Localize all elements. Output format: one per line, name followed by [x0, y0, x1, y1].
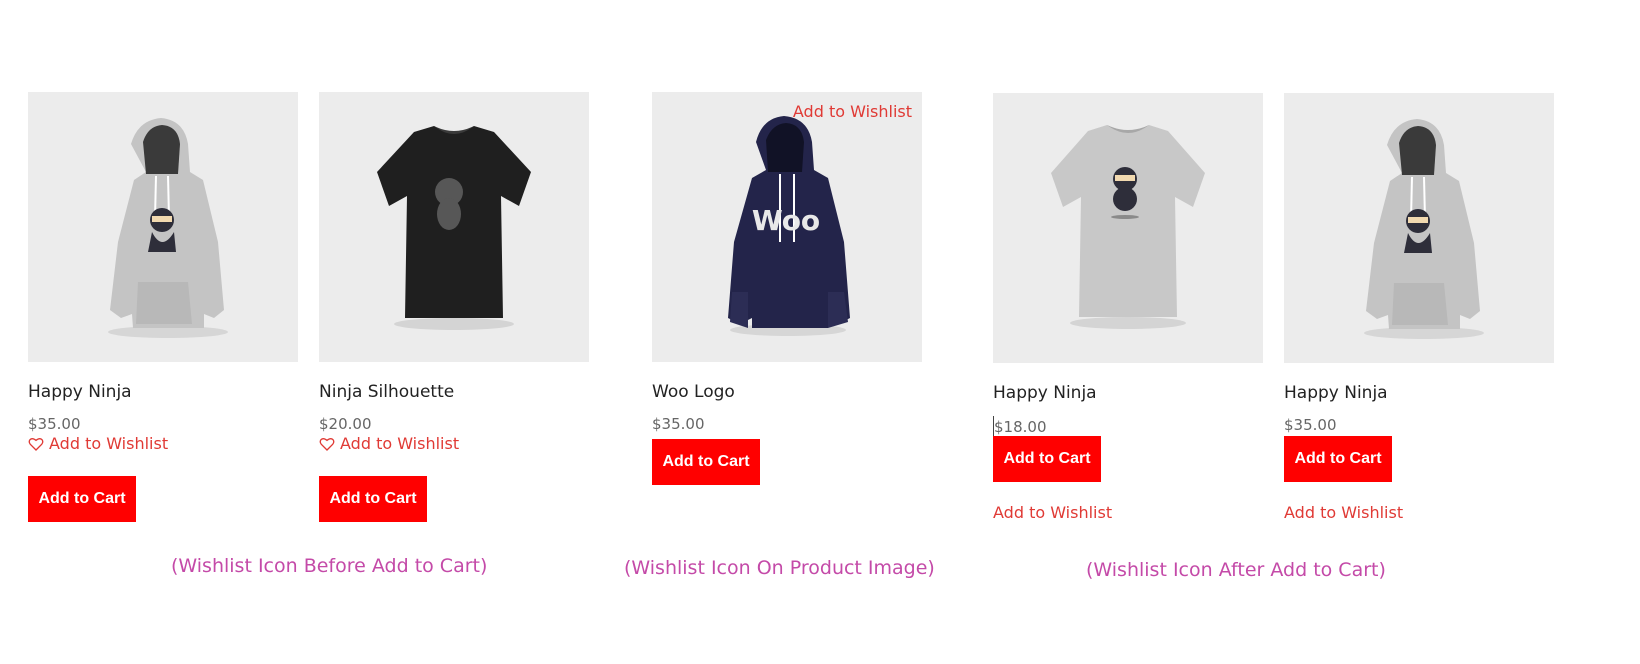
product-price: $35.00: [28, 415, 81, 433]
product-image[interactable]: Woo Add to Wishlist: [652, 92, 922, 362]
caption-wishlist-before-cart: (Wishlist Icon Before Add to Cart): [171, 555, 488, 577]
product-image[interactable]: [1284, 93, 1554, 363]
product-card: Happy Ninja $18.00 Add to Cart Add to Wi…: [993, 93, 1263, 522]
product-card: Happy Ninja $35.00 Add to Cart Add to Wi…: [1284, 93, 1554, 522]
add-to-wishlist-link[interactable]: Add to Wishlist: [319, 434, 459, 453]
add-to-wishlist-overlay-link[interactable]: Add to Wishlist: [793, 102, 912, 121]
product-card: Ninja Silhouette $20.00 Add to Wishlist …: [319, 92, 589, 522]
add-to-cart-button[interactable]: Add to Cart: [319, 476, 427, 522]
wishlist-label: Add to Wishlist: [993, 503, 1113, 522]
product-image[interactable]: [28, 92, 298, 362]
product-price: $35.00: [1284, 416, 1337, 434]
product-image[interactable]: [993, 93, 1263, 363]
add-to-wishlist-link[interactable]: Add to Wishlist: [993, 503, 1112, 522]
product-card: Happy Ninja $35.00 Add to Wishlist Add t…: [28, 92, 298, 522]
product-title[interactable]: Ninja Silhouette: [319, 382, 454, 402]
product-image[interactable]: [319, 92, 589, 362]
wishlist-label: Add to Wishlist: [1284, 503, 1404, 522]
add-to-cart-button[interactable]: Add to Cart: [1284, 436, 1392, 482]
heart-icon: [319, 437, 335, 451]
add-to-cart-button[interactable]: Add to Cart: [652, 439, 760, 485]
woo-logo-text: Woo: [752, 204, 820, 237]
gray-hoodie-ninja-image: [1364, 119, 1484, 339]
product-title[interactable]: Happy Ninja: [1284, 383, 1388, 403]
product-price: $18.00: [993, 416, 1047, 436]
product-title[interactable]: Woo Logo: [652, 382, 735, 402]
price-value: $18.00: [994, 418, 1047, 436]
add-to-cart-button[interactable]: Add to Cart: [993, 436, 1101, 482]
caption-wishlist-on-image: (Wishlist Icon On Product Image): [624, 557, 935, 579]
add-to-wishlist-link[interactable]: Add to Wishlist: [28, 434, 168, 453]
product-price: $35.00: [652, 415, 705, 433]
gray-tshirt-ninja-image: [1051, 125, 1205, 329]
gray-hoodie-ninja-image: [108, 118, 228, 338]
navy-hoodie-woo-image: Woo: [728, 116, 850, 336]
product-price: $20.00: [319, 415, 372, 433]
wishlist-label: Add to Wishlist: [49, 434, 169, 453]
black-tshirt-image: [377, 126, 531, 330]
wishlist-label: Add to Wishlist: [340, 434, 460, 453]
add-to-cart-button[interactable]: Add to Cart: [28, 476, 136, 522]
add-to-wishlist-link[interactable]: Add to Wishlist: [1284, 503, 1403, 522]
product-grid: Happy Ninja $35.00 Add to Wishlist Add t…: [0, 0, 1640, 664]
heart-icon: [28, 437, 44, 451]
caption-wishlist-after-cart: (Wishlist Icon After Add to Cart): [1086, 559, 1386, 581]
product-title[interactable]: Happy Ninja: [993, 383, 1097, 403]
product-card: Woo Add to Wishlist Woo Logo $35.00 Add …: [652, 92, 922, 485]
product-title[interactable]: Happy Ninja: [28, 382, 132, 402]
